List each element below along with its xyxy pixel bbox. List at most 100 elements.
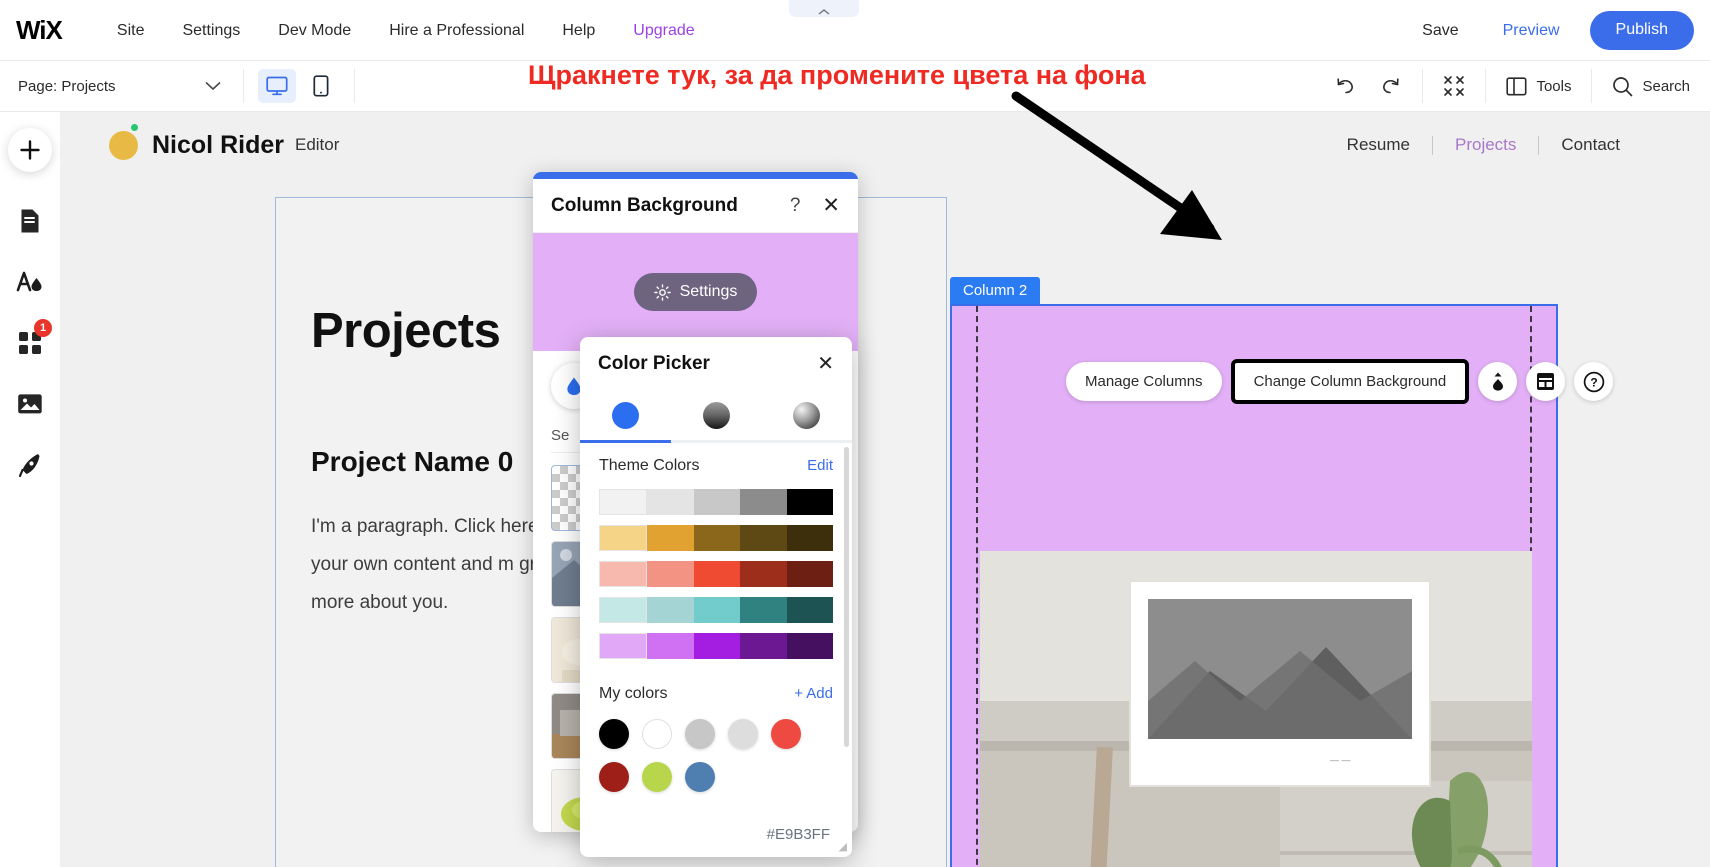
page-title[interactable]: Projects: [311, 303, 500, 359]
left-sidebar: 1: [0, 112, 60, 867]
site-nav-resume[interactable]: Resume: [1325, 135, 1432, 155]
topnav-help[interactable]: Help: [543, 0, 614, 61]
selected-color-hex: #E9B3FF: [767, 826, 830, 843]
close-icon[interactable]: ✕: [822, 195, 840, 216]
brand-name: Nicol Rider: [152, 131, 284, 160]
theme-colors-row-2: [599, 561, 833, 587]
publish-button[interactable]: Publish: [1590, 11, 1694, 50]
theme-swatch-4-3[interactable]: [740, 633, 786, 659]
brand-avatar: [109, 131, 138, 160]
my-color-swatch-4[interactable]: [771, 719, 801, 749]
theme-swatch-2-4[interactable]: [787, 561, 833, 587]
preview-button[interactable]: Preview: [1481, 0, 1582, 61]
edit-theme-colors-button[interactable]: Edit: [807, 457, 833, 474]
project-name-heading[interactable]: Project Name 0: [311, 446, 513, 478]
theme-swatch-0-1[interactable]: [647, 489, 693, 515]
my-color-swatch-5[interactable]: [599, 762, 629, 792]
site-design-button[interactable]: [8, 260, 52, 304]
theme-swatch-1-0[interactable]: [599, 525, 647, 551]
theme-swatch-3-4[interactable]: [787, 597, 833, 623]
gradient-mode-tab[interactable]: [671, 390, 762, 440]
site-nav-contact[interactable]: Contact: [1539, 135, 1642, 155]
stretch-icon[interactable]: [1478, 362, 1517, 401]
topnav-site[interactable]: Site: [98, 0, 164, 61]
theme-swatch-4-0[interactable]: [599, 633, 647, 659]
solid-color-swatch: [612, 402, 639, 429]
redo-icon[interactable]: [1374, 69, 1408, 103]
theme-swatch-3-1[interactable]: [647, 597, 693, 623]
my-color-swatch-1[interactable]: [642, 719, 672, 749]
add-color-button[interactable]: + Add: [794, 685, 833, 702]
settings-button[interactable]: Settings: [634, 273, 758, 311]
my-color-swatch-6[interactable]: [642, 762, 672, 792]
gear-icon: [654, 284, 671, 301]
tools-button[interactable]: Tools: [1500, 77, 1577, 96]
solid-color-mode-tab[interactable]: [580, 390, 671, 440]
theme-swatch-1-3[interactable]: [740, 525, 786, 551]
topnav-hire-a-professional[interactable]: Hire a Professional: [370, 0, 543, 61]
tools-group: Tools: [1486, 61, 1591, 112]
color-picker-panel: Color Picker ✕ Theme Colors Edit My colo…: [580, 337, 852, 857]
theme-swatch-2-0[interactable]: [599, 561, 647, 587]
theme-swatch-0-4[interactable]: [787, 489, 833, 515]
page-selector[interactable]: Page: Projects: [0, 61, 243, 112]
change-column-background-button[interactable]: Change Column Background: [1231, 359, 1470, 404]
theme-swatch-4-2[interactable]: [694, 633, 740, 659]
theme-colors-row-4: [599, 633, 833, 659]
help-icon[interactable]: ?: [1574, 362, 1613, 401]
theme-swatch-0-2[interactable]: [694, 489, 740, 515]
search-button[interactable]: Search: [1606, 76, 1696, 97]
theme-swatch-3-0[interactable]: [599, 597, 647, 623]
undo-icon[interactable]: [1328, 69, 1362, 103]
svg-text:— —: — —: [1330, 755, 1351, 765]
my-colors-grid: [599, 719, 825, 792]
theme-swatch-2-1[interactable]: [647, 561, 693, 587]
desktop-view-button[interactable]: [258, 69, 296, 103]
my-color-swatch-2[interactable]: [685, 719, 715, 749]
resize-handle[interactable]: ◢: [839, 840, 847, 853]
browser-tab-handle[interactable]: [789, 0, 859, 17]
theme-swatch-3-3[interactable]: [740, 597, 786, 623]
tools-label: Tools: [1536, 78, 1571, 95]
column-guide-left: [976, 306, 978, 867]
save-button[interactable]: Save: [1400, 0, 1480, 61]
close-icon[interactable]: ✕: [817, 354, 834, 374]
question-mark-icon[interactable]: ?: [790, 195, 801, 217]
annotation-text: Щракнете тук, за да промените цвета на ф…: [528, 60, 1146, 91]
wix-logo[interactable]: WiX: [16, 15, 62, 46]
theme-swatch-0-0[interactable]: [599, 489, 647, 515]
topnav-settings[interactable]: Settings: [163, 0, 259, 61]
panel-header: Column Background ? ✕: [533, 179, 858, 233]
theme-swatch-3-2[interactable]: [694, 597, 740, 623]
topnav-upgrade[interactable]: Upgrade: [614, 0, 713, 61]
theme-swatch-1-2[interactable]: [694, 525, 740, 551]
top-bar-actions: Save Preview Publish: [1400, 0, 1710, 61]
my-color-swatch-3[interactable]: [728, 719, 758, 749]
theme-swatch-4-1[interactable]: [647, 633, 693, 659]
my-color-swatch-7[interactable]: [685, 762, 715, 792]
my-color-swatch-0[interactable]: [599, 719, 629, 749]
radial-gradient-mode-tab[interactable]: [761, 390, 852, 440]
theme-swatch-0-3[interactable]: [740, 489, 786, 515]
theme-swatch-2-3[interactable]: [740, 561, 786, 587]
my-media-button[interactable]: [8, 382, 52, 426]
panel-title: Column Background: [551, 195, 738, 217]
site-nav-projects[interactable]: Projects: [1433, 135, 1538, 155]
column-image[interactable]: — —: [980, 551, 1532, 867]
theme-swatch-2-2[interactable]: [694, 561, 740, 587]
zoom-out-icon[interactable]: [1437, 69, 1471, 103]
layout-icon[interactable]: [1526, 362, 1565, 401]
manage-columns-button[interactable]: Manage Columns: [1066, 362, 1222, 401]
pages-menu-button[interactable]: [8, 199, 52, 243]
color-picker-scrollbar[interactable]: [844, 447, 849, 747]
mobile-view-button[interactable]: [302, 69, 340, 103]
toolbar-right-group: Tools Search: [1314, 61, 1710, 112]
add-elements-button[interactable]: [8, 128, 52, 172]
device-switcher: [244, 69, 354, 103]
theme-swatch-4-4[interactable]: [787, 633, 833, 659]
topnav-dev-mode[interactable]: Dev Mode: [259, 0, 370, 61]
blog-button[interactable]: [8, 443, 52, 487]
theme-swatch-1-1[interactable]: [647, 525, 693, 551]
add-apps-button[interactable]: 1: [8, 321, 52, 365]
theme-swatch-1-4[interactable]: [787, 525, 833, 551]
